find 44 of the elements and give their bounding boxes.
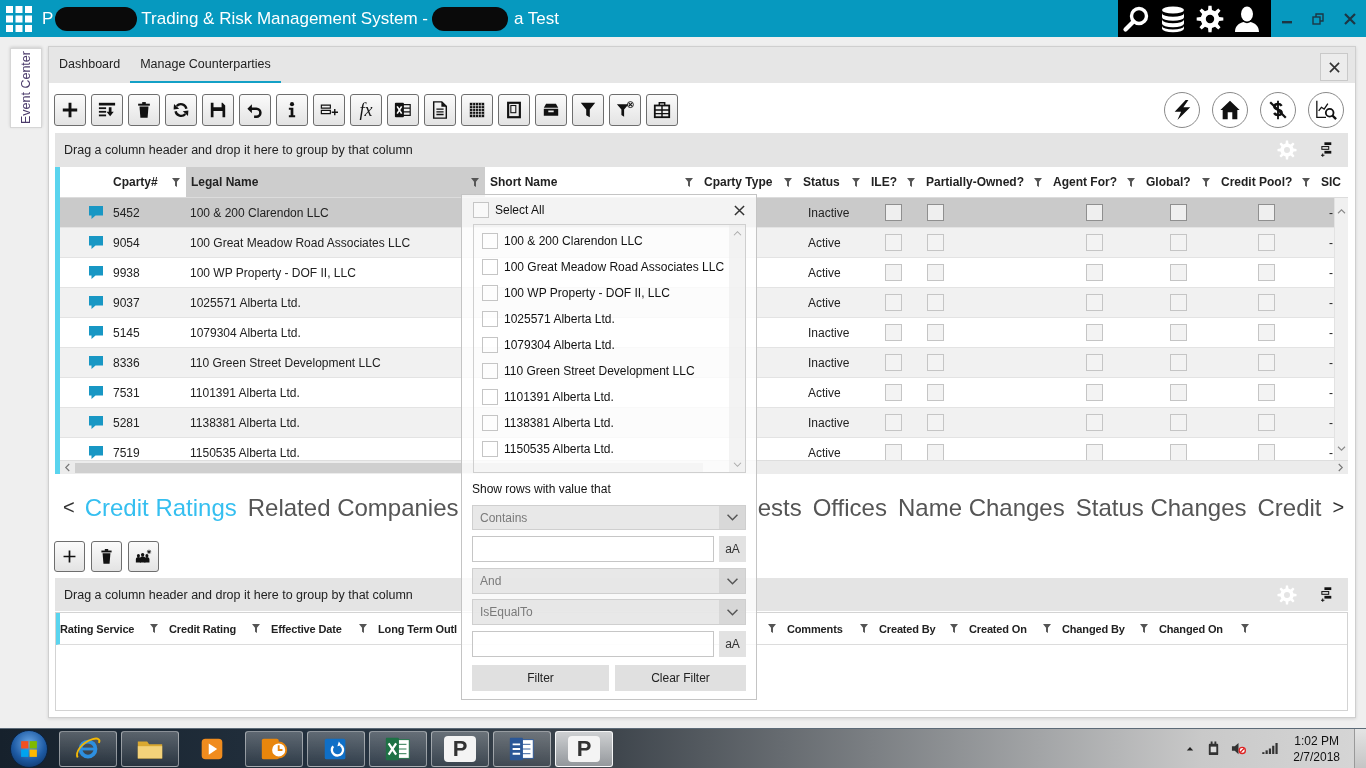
status-text: Inactive <box>808 355 850 370</box>
sic-code: - <box>1329 415 1333 430</box>
legal-name: 100 & 200 Clarendon LLC <box>190 205 329 220</box>
sic-code: - <box>1329 355 1333 370</box>
window-title: Trading & Risk Management System - <box>141 8 428 29</box>
legal-name: 1101391 Alberta Ltd. <box>190 385 300 400</box>
status-text: Active <box>808 265 841 280</box>
status-text: Active <box>808 295 841 310</box>
legal-name: 1138381 Alberta Ltd. <box>190 415 300 430</box>
legal-name: 1079304 Alberta Ltd. <box>190 325 301 340</box>
legal-name: 1025571 Alberta Ltd. <box>190 295 301 310</box>
group-hint: Drag a column header and drop it here to group by that column <box>64 587 413 602</box>
status-text: Active <box>808 445 841 460</box>
status-text: Inactive <box>808 325 850 340</box>
sic-code: - <box>1329 385 1333 400</box>
filter-prompt: Show rows with value that <box>472 481 612 497</box>
counterparty-number: 5452 <box>113 205 140 220</box>
counterparty-number: 9054 <box>113 235 140 250</box>
counterparty-number: 5281 <box>113 415 140 430</box>
counterparty-number: 9037 <box>113 295 140 310</box>
counterparty-number: 9938 <box>113 265 140 280</box>
status-text: Active <box>808 385 841 400</box>
counterparty-number: 8336 <box>113 355 140 370</box>
legal-name: 100 WP Property - DOF II, LLC <box>190 265 356 280</box>
sic-code: - <box>1329 325 1333 340</box>
status-text: Active <box>808 235 841 250</box>
group-hint: Drag a column header and drop it here to group by that column <box>64 143 413 157</box>
app-logo: P <box>568 735 600 762</box>
sic-code: - <box>1329 235 1333 250</box>
counterparty-number: 5145 <box>113 325 140 340</box>
window-title: P <box>42 8 54 29</box>
sic-code: - <box>1329 445 1333 460</box>
sic-code: - <box>1329 295 1333 310</box>
counterparty-number: 7531 <box>113 385 140 400</box>
legal-name: 1150535 Alberta Ltd. <box>190 445 300 460</box>
status-text: Inactive <box>808 205 850 220</box>
window-title: a Test <box>513 8 559 29</box>
legal-name: 110 Green Street Development LLC <box>190 355 381 370</box>
legal-name: 100 Great Meadow Road Associates LLC <box>190 235 411 250</box>
sic-code: - <box>1329 265 1333 280</box>
sic-code: - <box>1329 205 1333 220</box>
status-text: Inactive <box>808 415 850 430</box>
app-logo: P <box>444 735 476 762</box>
counterparty-number: 7519 <box>113 445 140 460</box>
